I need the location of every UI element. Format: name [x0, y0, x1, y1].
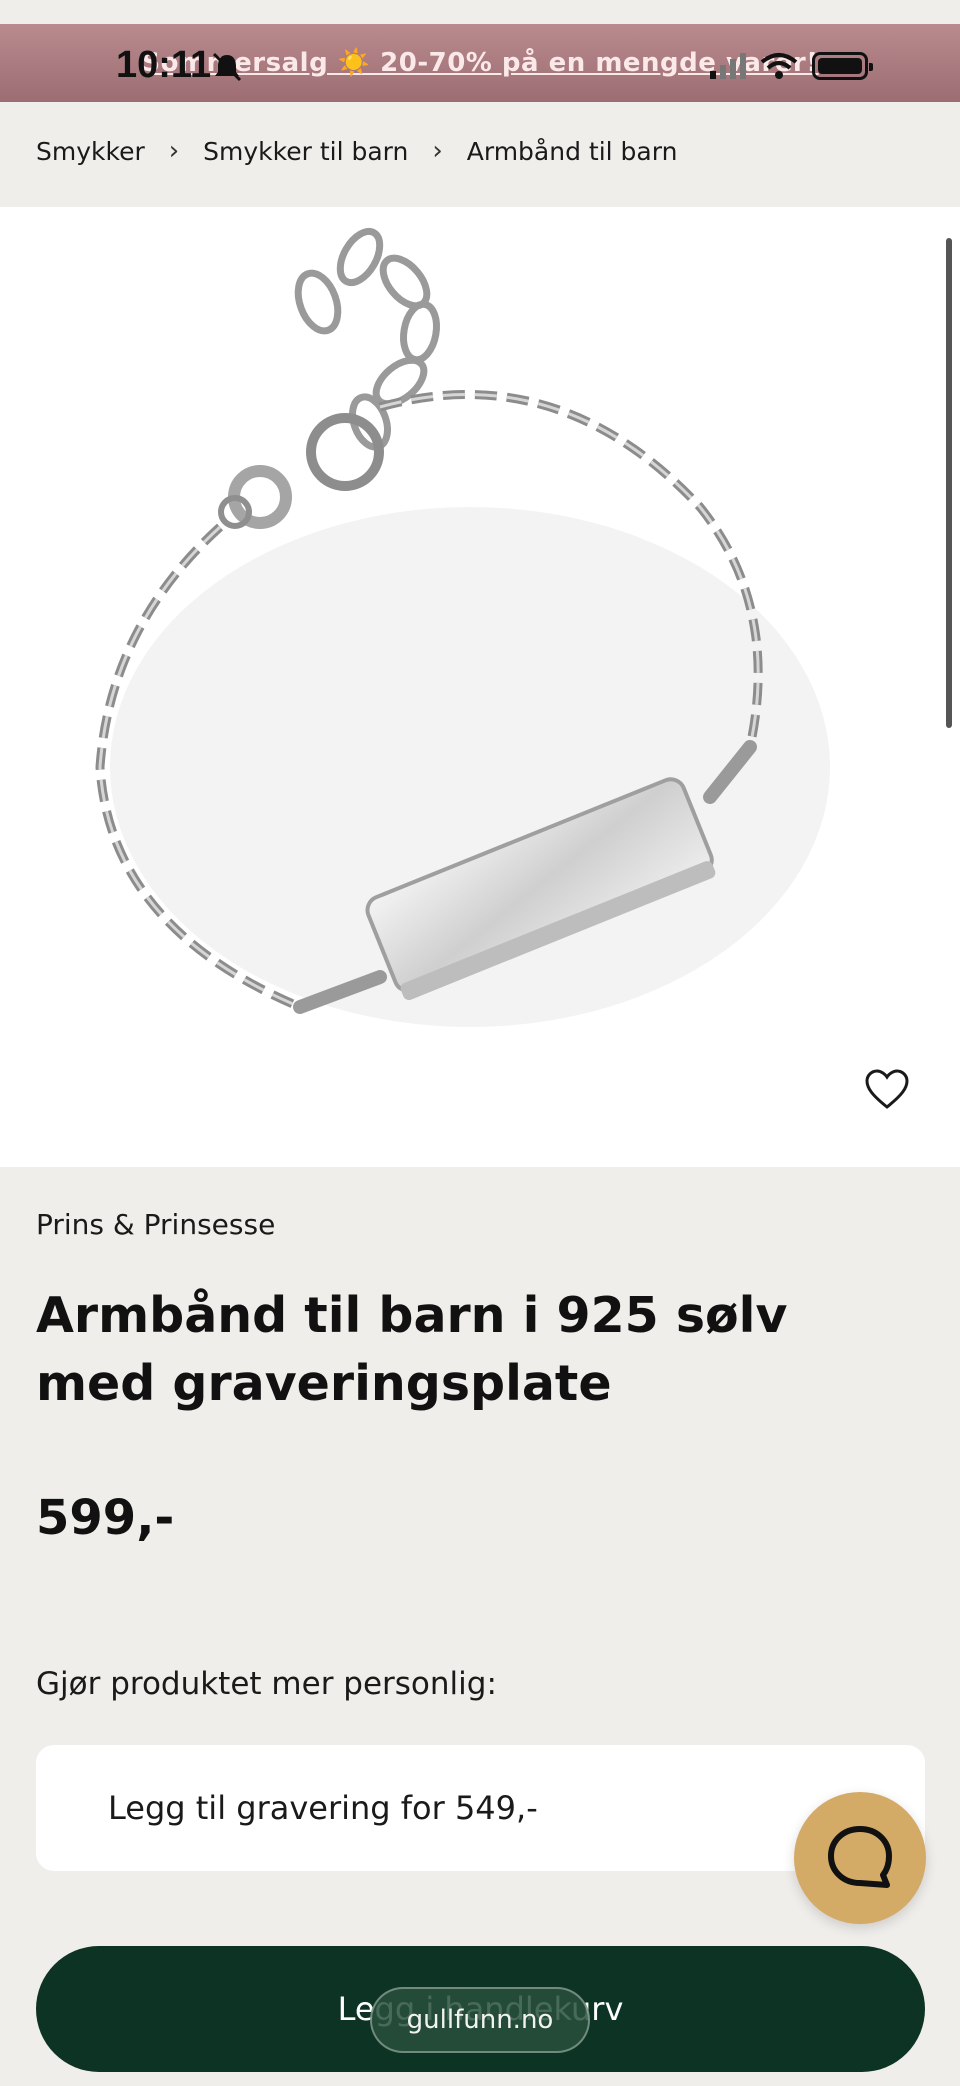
bell-muted-icon: [212, 52, 242, 82]
breadcrumb-separator: ›: [168, 136, 180, 166]
status-icons: [710, 52, 873, 80]
add-engraving-option[interactable]: Legg til gravering for 549,- ›: [36, 1745, 925, 1871]
browser-url-pill[interactable]: gullfunn.no: [370, 1987, 590, 2053]
add-engraving-label: Legg til gravering for 549,-: [108, 1789, 538, 1827]
breadcrumb-item-smykker[interactable]: Smykker: [36, 137, 145, 166]
product-price: 599,-: [36, 1490, 175, 1546]
breadcrumb-item-smykker-til-barn[interactable]: Smykker til barn: [203, 137, 408, 166]
breadcrumb-separator: ›: [432, 136, 443, 166]
chat-bubble-icon: [828, 1826, 892, 1888]
image-scrollbar[interactable]: [946, 238, 952, 728]
product-brand[interactable]: Prins & Prinsesse: [36, 1208, 275, 1241]
heart-icon[interactable]: [864, 1068, 910, 1110]
bracelet-illustration: [95, 227, 830, 1027]
personalize-label: Gjør produktet mer personlig:: [36, 1666, 497, 1702]
signal-icon: [710, 53, 746, 79]
battery-icon: [812, 52, 873, 80]
breadcrumb: Smykker › Smykker til barn › Armbånd til…: [36, 136, 677, 166]
chat-button[interactable]: [794, 1792, 926, 1924]
status-time: 10:11: [116, 44, 212, 86]
product-image[interactable]: [0, 207, 960, 1167]
breadcrumb-item-armband-til-barn[interactable]: Armbånd til barn: [467, 137, 678, 166]
wifi-icon: [760, 53, 798, 79]
product-title: Armbånd til barn i 925 sølv med graverin…: [36, 1287, 788, 1412]
